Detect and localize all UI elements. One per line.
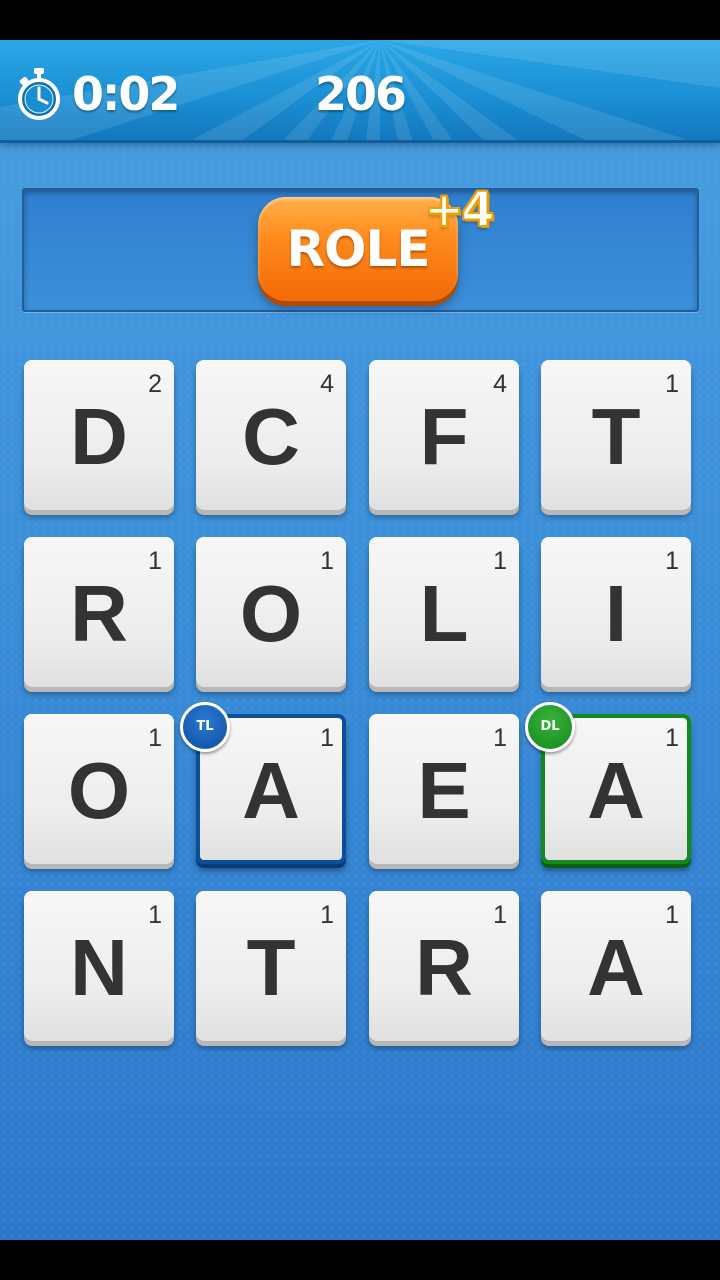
tile-points: 1	[493, 901, 507, 929]
letter-tile[interactable]: E1	[369, 714, 519, 864]
status-bar	[0, 0, 720, 40]
game-timer: 0:02	[72, 67, 180, 121]
tile-points: 1	[493, 547, 507, 575]
word-bonus: +4	[423, 181, 496, 239]
letter-tile[interactable]: O1	[24, 714, 174, 864]
tile-points: 4	[320, 370, 334, 398]
letter-tile[interactable]: T1	[196, 891, 346, 1041]
letter-tile[interactable]: R1	[369, 891, 519, 1041]
score: 206	[314, 67, 407, 121]
letter-tile[interactable]: F4	[369, 360, 519, 510]
tile-points: 1	[320, 547, 334, 575]
letter-tile[interactable]: L1	[369, 537, 519, 687]
tile-points: 2	[148, 370, 162, 398]
tile-points: 1	[148, 724, 162, 752]
double-letter-badge: DL	[525, 702, 575, 752]
letter-tile[interactable]: C4	[196, 360, 346, 510]
letter-tile[interactable]: N1	[24, 891, 174, 1041]
tile-points: 1	[320, 901, 334, 929]
letter-tile[interactable]: I1	[541, 537, 691, 687]
triple-letter-badge: TL	[180, 702, 230, 752]
letter-tile[interactable]: T1	[541, 360, 691, 510]
tile-points: 1	[665, 724, 679, 752]
tile-points: 1	[320, 724, 334, 752]
letter-tile[interactable]: D2	[24, 360, 174, 510]
game-area: 0:02 206 ROLE +4 D 2 C 4 F 4 T 1 R 1 O 1 L 1 I 1 O 1 A 1 TL E…	[0, 40, 720, 1240]
navigation-bar	[0, 1240, 720, 1280]
tile-points: 1	[493, 724, 507, 752]
stopwatch-icon	[18, 68, 60, 120]
letter-tile[interactable]: R1	[24, 537, 174, 687]
game-header: 0:02 206	[0, 40, 720, 143]
letter-tile[interactable]: A1	[541, 891, 691, 1041]
tile-points: 1	[665, 901, 679, 929]
tile-points: 1	[665, 547, 679, 575]
tile-points: 1	[665, 370, 679, 398]
tile-points: 1	[148, 901, 162, 929]
tile-points: 1	[148, 547, 162, 575]
tile-points: 4	[493, 370, 507, 398]
letter-tile[interactable]: O1	[196, 537, 346, 687]
